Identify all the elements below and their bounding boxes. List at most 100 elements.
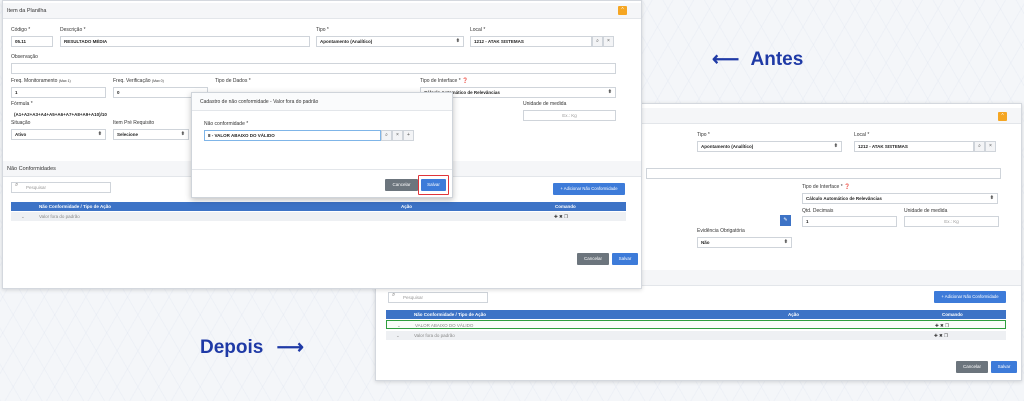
depois-label: Depois <box>200 337 264 358</box>
chevron-down-icon[interactable]: ⌄ <box>21 212 25 221</box>
search-icon: ⌕ <box>15 182 19 188</box>
table-row[interactable]: ⌄ Valor fora do padrão ✚ ✖ ❐ <box>386 331 1006 340</box>
unidade-input[interactable]: Ex.: Kg <box>523 110 616 121</box>
th-comando: Comando <box>555 204 576 209</box>
after-unidade-label: Unidade de medida <box>904 208 948 214</box>
row-text: Valor fora do padrão <box>39 214 80 219</box>
descricao-label: Descrição * <box>60 27 86 33</box>
antes-label: Antes <box>750 49 804 70</box>
chevron-down-icon[interactable]: ⌄ <box>397 321 401 330</box>
observacao-input[interactable] <box>11 63 616 74</box>
after-th-comando: Comando <box>942 312 963 317</box>
item-pre-requisito-label: Item Pré Requisito <box>113 120 155 126</box>
modal-nc-input[interactable]: 8 - VALOR ABAIXO DO VÁLIDO <box>204 130 381 141</box>
freq-monitoramento-input[interactable]: 1 <box>11 87 106 98</box>
unidade-label: Unidade de medida <box>523 101 567 107</box>
row-commands[interactable]: ✚ ✖ ❐ <box>934 331 948 340</box>
modal-title: Cadastro de não conformidade - Valor for… <box>200 99 319 105</box>
formula-label: Fórmula * <box>11 101 33 107</box>
close-icon[interactable]: × <box>603 36 614 47</box>
codigo-input[interactable]: 05.11 <box>11 36 53 47</box>
search-input[interactable]: Pesquisar <box>11 182 111 193</box>
after-table-header: Não Conformidade / Tipo de Ação Ação Com… <box>386 310 1006 319</box>
chevron-up-icon[interactable]: ^ <box>998 112 1007 121</box>
tipo-value: Apontamento (Analítico) <box>320 39 373 44</box>
cancel-button[interactable]: Cancelar <box>577 253 609 265</box>
after-tipo-label: Tipo * <box>697 132 710 138</box>
local-input[interactable]: 1212 - ATAK SISTEMAS <box>470 36 592 47</box>
after-evidencia-value: Não <box>701 240 710 245</box>
before-section-bar: Item da Planilha ^ <box>3 3 641 19</box>
after-tipo-select[interactable]: Apontamento (Analítico) <box>697 141 842 152</box>
row-commands[interactable]: ✚ ✖ ❐ <box>554 212 568 221</box>
after-search-input[interactable]: Pesquisar <box>388 292 488 303</box>
after-local-input[interactable]: 1212 - ATAK SISTEMAS <box>854 141 974 152</box>
after-qtd-decimais-input[interactable]: 1 <box>802 216 897 227</box>
after-evidencia-label: Evidência Obrigatória <box>697 228 745 234</box>
tipo-label: Tipo * <box>316 27 329 33</box>
search-icon[interactable]: ⌕ <box>974 141 985 152</box>
search-icon: ⌕ <box>392 292 396 298</box>
after-cancel-button[interactable]: Cancelar <box>956 361 988 373</box>
nc-section-title: Não Conformidades <box>7 166 56 172</box>
nc-modal: Cadastro de não conformidade - Valor for… <box>191 92 453 198</box>
chevron-up-icon[interactable]: ^ <box>618 6 627 15</box>
after-save-button[interactable]: Salvar <box>991 361 1017 373</box>
descricao-input[interactable]: RESULTADO MÉDIA <box>60 36 310 47</box>
after-row-text: VALOR ABAIXO DO VÁLIDO <box>415 323 474 328</box>
after-add-nc-button[interactable]: + Adicionar Não Conformidade <box>934 291 1006 303</box>
unidade-placeholder: Ex.: Kg <box>562 113 577 118</box>
after-unidade-placeholder: Ex.: Kg <box>944 219 959 224</box>
table-row[interactable]: ⌄ Valor fora do padrão ✚ ✖ ❐ <box>11 212 626 221</box>
after-qtd-decimais-label: Qtd. Decimais <box>802 208 834 214</box>
freq-verificacao-hint: (Max 0) <box>151 79 164 83</box>
freq-verificacao-text: Freq. Verificação <box>113 78 151 84</box>
arrow-left-icon: ⟵ <box>712 49 740 70</box>
question-icon[interactable]: ❓ <box>462 78 468 84</box>
modal-nc-label: Não conformidade * <box>204 121 249 127</box>
after-tipo-interface-select[interactable]: Cálculo Automático de Relevâncias <box>802 193 998 204</box>
freq-monitoramento-text: Freq. Monitoramento <box>11 78 58 84</box>
situacao-value: Ativo <box>15 132 27 137</box>
local-label: Local * <box>470 27 486 33</box>
modal-divider <box>192 169 452 170</box>
tipo-interface-label: Tipo de Interface * ❓ <box>420 78 468 84</box>
item-pre-requisito-select[interactable]: Selecione <box>113 129 189 140</box>
formula-input[interactable]: (A1+A2+A3+A4+A5+A6+A7+A8+A9+A10)/10 <box>11 110 191 121</box>
local-value: 1212 - ATAK SISTEMAS <box>474 39 524 44</box>
plus-icon[interactable]: + <box>403 130 414 141</box>
after-observacao-input[interactable] <box>646 168 1001 179</box>
after-th-nc: Não Conformidade / Tipo de Ação <box>414 312 487 317</box>
freq-monitoramento-label: Freq. Monitoramento (Max 1) <box>11 78 71 84</box>
search-icon[interactable]: ⌕ <box>592 36 603 47</box>
close-icon[interactable]: × <box>985 141 996 152</box>
after-qtd-decimais-value: 1 <box>806 219 809 224</box>
search-icon[interactable]: ⌕ <box>381 130 392 141</box>
after-th-acao: Ação <box>788 312 800 317</box>
edit-icon[interactable]: ✎ <box>780 215 791 226</box>
tipo-interface-text: Tipo de Interface * <box>420 78 461 84</box>
save-button[interactable]: Salvar <box>612 253 638 265</box>
item-pre-requisito-value: Selecione <box>117 132 139 137</box>
before-section-title: Item da Planilha <box>7 8 47 14</box>
modal-save-button[interactable]: Salvar <box>421 179 446 191</box>
th-acao: Ação <box>401 204 413 209</box>
chevron-down-icon[interactable]: ⌄ <box>396 331 400 340</box>
situacao-label: Situação <box>11 120 31 126</box>
close-icon[interactable]: × <box>392 130 403 141</box>
question-icon[interactable]: ❓ <box>844 184 850 190</box>
after-evidencia-select[interactable]: Não <box>697 237 792 248</box>
add-nc-button[interactable]: + Adicionar Não Conformidade <box>553 183 625 195</box>
modal-cancel-button[interactable]: Cancelar <box>385 179 418 191</box>
after-tipo-interface-label: Tipo de Interface * ❓ <box>802 184 850 190</box>
after-tipo-interface-value: Cálculo Automático de Relevâncias <box>806 196 882 201</box>
tipo-select[interactable]: Apontamento (Analítico) <box>316 36 464 47</box>
freq-verificacao-value: 0 <box>117 90 120 95</box>
depois-annotation: Depois ⟶ <box>200 336 304 359</box>
after-tipo-value: Apontamento (Analítico) <box>701 144 754 149</box>
table-row[interactable]: ⌄ VALOR ABAIXO DO VÁLIDO ✚ ✖ ❐ <box>386 320 1006 329</box>
after-unidade-input[interactable]: Ex.: Kg <box>904 216 999 227</box>
row-commands[interactable]: ✚ ✖ ❐ <box>935 321 949 330</box>
after-local-value: 1212 - ATAK SISTEMAS <box>858 144 908 149</box>
situacao-select[interactable]: Ativo <box>11 129 106 140</box>
